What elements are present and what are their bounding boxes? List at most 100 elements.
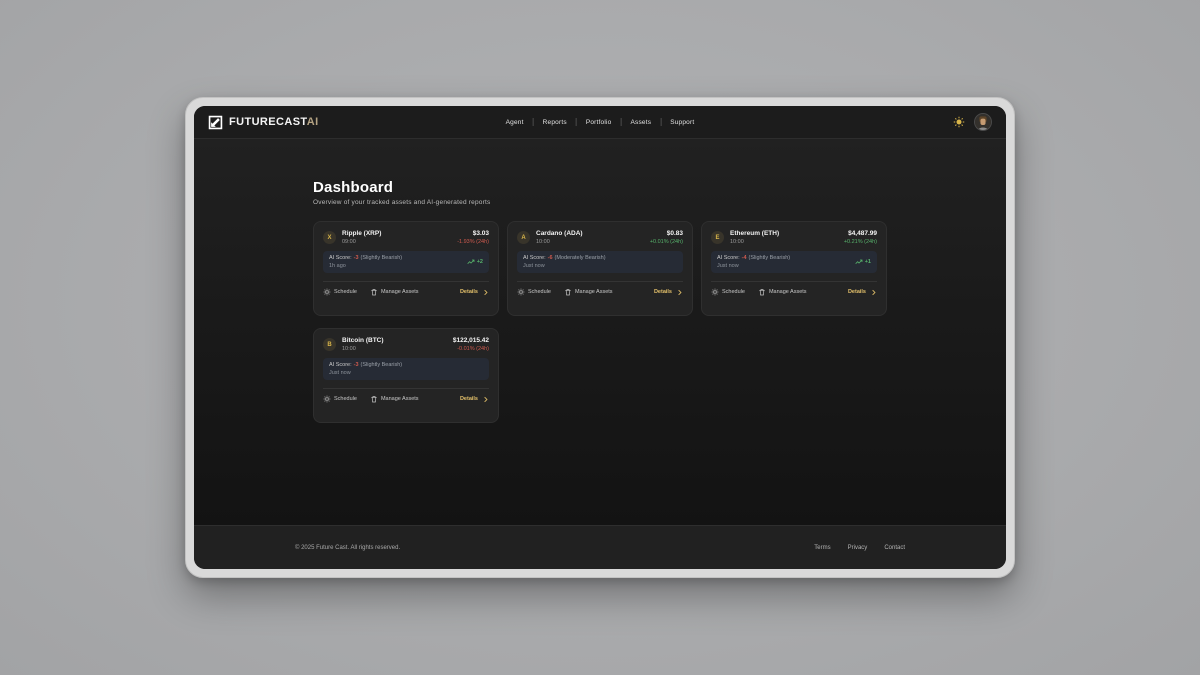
gear-icon [323,395,331,403]
chevron-right-icon [482,396,489,403]
asset-change: +0.01% (24h) [650,239,683,245]
footer-link-privacy[interactable]: Privacy [848,545,868,551]
schedule-button[interactable]: Schedule [323,288,357,296]
ai-score-value: -3 [354,362,359,368]
asset-card-cardano[interactable]: A Cardano (ADA) 10:00 $0.83 +0.01% (24h) [507,221,693,316]
trend-badge: +2 [467,258,483,266]
app-screen: FUTURECASTAI Agent Reports Portfolio Ass… [194,106,1006,569]
brand-logo[interactable]: FUTURECASTAI [208,115,319,130]
asset-name: Ripple (XRP) [342,230,381,237]
chevron-right-icon [870,289,877,296]
asset-time: 10:00 [342,346,384,352]
nav-divider [533,118,534,126]
page-subtitle: Overview of your tracked assets and AI-g… [313,199,887,206]
footer-link-terms[interactable]: Terms [814,545,830,551]
ai-score-label: AI Score: [717,255,740,261]
ai-score-panel: AI Score:-3(Slightly Bearish) 1h ago +2 [323,251,489,273]
asset-change: +0.21% (24h) [844,239,877,245]
manage-assets-button[interactable]: Manage Assets [564,288,613,296]
nav-item-agent[interactable]: Agent [506,119,524,126]
trending-up-icon [855,258,863,266]
user-avatar[interactable] [974,113,992,131]
ai-score-desc: (Slightly Bearish) [361,362,403,368]
gear-icon [711,288,719,296]
main-content: Dashboard Overview of your tracked asset… [194,139,1006,525]
asset-name: Bitcoin (BTC) [342,337,384,344]
trash-icon [564,288,572,296]
asset-price: $122,015.42 [453,337,489,344]
details-button[interactable]: Details [460,396,489,403]
details-button[interactable]: Details [848,289,877,296]
nav-item-support[interactable]: Support [670,119,694,126]
header-actions [953,113,992,131]
theme-toggle-button[interactable] [953,116,965,128]
trend-badge: +1 [855,258,871,266]
manage-assets-button[interactable]: Manage Assets [370,395,419,403]
ai-score-value: -6 [548,255,553,261]
ai-updated-time: 1h ago [329,263,402,269]
trash-icon [758,288,766,296]
manage-assets-button[interactable]: Manage Assets [758,288,807,296]
asset-time: 09:00 [342,239,381,245]
nav-item-reports[interactable]: Reports [543,119,567,126]
card-divider [711,281,877,282]
ai-score-panel: AI Score:-6(Moderately Bearish) Just now [517,251,683,273]
device-frame: FUTURECASTAI Agent Reports Portfolio Ass… [185,97,1015,578]
details-button[interactable]: Details [654,289,683,296]
trending-up-icon [467,258,475,266]
ai-score-value: -3 [354,255,359,261]
futurecast-logo-icon [208,115,223,130]
main-nav: Agent Reports Portfolio Assets Support [506,118,695,126]
manage-assets-button[interactable]: Manage Assets [370,288,419,296]
asset-card-ethereum[interactable]: E Ethereum (ETH) 10:00 $4,487.99 +0.21% … [701,221,887,316]
asset-avatar: A [517,231,530,244]
asset-change: -1.93% (24h) [457,239,489,245]
asset-price: $3.03 [457,230,489,237]
trash-icon [370,395,378,403]
ai-score-desc: (Slightly Bearish) [749,255,791,261]
ai-score-panel: AI Score:-3(Slightly Bearish) Just now [323,358,489,380]
asset-card-ripple[interactable]: X Ripple (XRP) 09:00 $3.03 -1.93% (24h) [313,221,499,316]
ai-updated-time: Just now [523,263,606,269]
card-divider [517,281,683,282]
schedule-button[interactable]: Schedule [323,395,357,403]
nav-divider [620,118,621,126]
ai-score-desc: (Slightly Bearish) [361,255,403,261]
card-divider [323,388,489,389]
chevron-right-icon [676,289,683,296]
nav-item-assets[interactable]: Assets [630,119,651,126]
footer-link-contact[interactable]: Contact [884,545,905,551]
asset-avatar: E [711,231,724,244]
asset-time: 10:00 [730,239,779,245]
ai-score-panel: AI Score:-4(Slightly Bearish) Just now +… [711,251,877,273]
schedule-button[interactable]: Schedule [711,288,745,296]
footer-links: Terms Privacy Contact [814,545,905,551]
ai-score-label: AI Score: [329,255,352,261]
nav-divider [660,118,661,126]
asset-name: Ethereum (ETH) [730,230,779,237]
asset-price: $0.83 [650,230,683,237]
asset-price: $4,487.99 [844,230,877,237]
asset-time: 10:00 [536,239,583,245]
gear-icon [517,288,525,296]
gear-icon [323,288,331,296]
schedule-button[interactable]: Schedule [517,288,551,296]
asset-change: -0.01% (24h) [453,346,489,352]
trash-icon [370,288,378,296]
copyright-text: © 2025 Future Cast. All rights reserved. [295,545,400,551]
details-button[interactable]: Details [460,289,489,296]
sun-icon [953,116,965,128]
page-title: Dashboard [313,179,887,196]
ai-score-label: AI Score: [523,255,546,261]
asset-name: Cardano (ADA) [536,230,583,237]
ai-updated-time: Just now [329,370,402,376]
asset-avatar: X [323,231,336,244]
avatar-image [975,114,991,130]
asset-card-grid: X Ripple (XRP) 09:00 $3.03 -1.93% (24h) [313,221,887,423]
nav-item-portfolio[interactable]: Portfolio [586,119,612,126]
ai-score-desc: (Moderately Bearish) [555,255,606,261]
ai-updated-time: Just now [717,263,790,269]
app-footer: © 2025 Future Cast. All rights reserved.… [194,525,1006,569]
asset-card-bitcoin[interactable]: B Bitcoin (BTC) 10:00 $122,015.42 -0.01%… [313,328,499,423]
chevron-right-icon [482,289,489,296]
